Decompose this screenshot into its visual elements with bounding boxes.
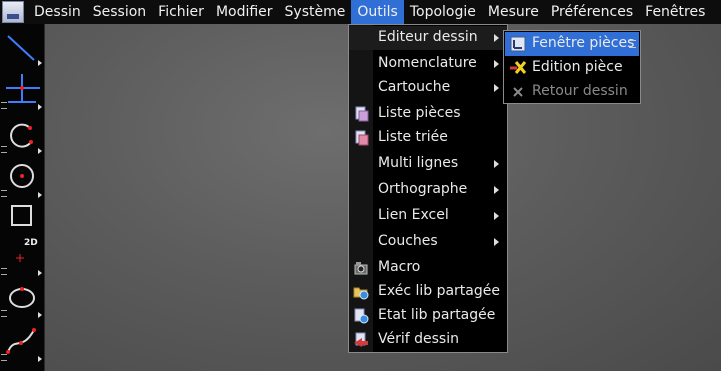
submenu-arrow-icon — [494, 160, 499, 168]
menu-item-lien-excel[interactable]: Lien Excel — [349, 204, 507, 228]
menu-item-label: Lien Excel — [378, 207, 449, 223]
submenu-arrow-icon — [494, 34, 499, 42]
menu-item-label: Orthographe — [378, 181, 468, 197]
menubar: Dessin Session Fichier Modifier Système … — [0, 0, 721, 24]
menu-item-label: Couches — [378, 233, 438, 249]
menu-session[interactable]: Session — [87, 0, 152, 24]
menu-item-label: Cartouche — [378, 79, 451, 95]
ellipse-tool-icon[interactable] — [0, 278, 44, 318]
menu-item-editeur-dessin[interactable]: Editeur dessin — [349, 26, 507, 50]
menu-item-couches[interactable]: Couches — [349, 230, 507, 254]
submenu-item-label: Retour dessin — [532, 83, 628, 99]
option-flag-icon — [629, 40, 636, 48]
submenu-item-label: Edition pièce — [532, 59, 623, 75]
menu-fichier[interactable]: Fichier — [152, 0, 210, 24]
submenu-item-retour-dessin[interactable]: Retour dessin — [505, 80, 639, 104]
menu-item-verif-dessin[interactable]: Vérif dessin — [349, 328, 507, 352]
menu-item-label: Macro — [378, 259, 421, 275]
menu-item-nomenclature[interactable]: Nomenclature — [349, 52, 507, 76]
edit-part-icon — [510, 61, 527, 74]
menu-dessin[interactable]: Dessin — [28, 0, 87, 24]
return-drawing-icon — [513, 87, 523, 97]
submenu-arrow-icon — [494, 238, 499, 246]
menu-item-cartouche[interactable]: Cartouche — [349, 76, 507, 100]
menu-item-macro[interactable]: Macro — [349, 256, 507, 280]
sorted-list-icon — [355, 130, 369, 146]
check-drawing-icon — [354, 332, 368, 347]
submenu-item-label: Fenêtre pièces — [532, 35, 635, 51]
2d-point-tool-icon[interactable]: 2D — [0, 234, 44, 276]
menu-item-label: Liste pièces — [378, 105, 461, 121]
circle-tool-icon[interactable] — [0, 160, 44, 200]
submenu-arrow-icon — [494, 84, 499, 92]
submenu-arrow-icon — [494, 60, 499, 68]
menu-item-label: Liste triée — [378, 129, 448, 145]
menu-item-etat-lib-partagee[interactable]: Etat lib partagée — [349, 304, 507, 328]
line-tool-icon[interactable] — [0, 30, 44, 68]
menu-outils[interactable]: Outils — [351, 0, 404, 24]
menu-topologie[interactable]: Topologie — [404, 0, 482, 24]
menu-item-label: Multi lignes — [378, 155, 459, 171]
menu-fenetres[interactable]: Fenêtres — [639, 0, 711, 24]
submenu-arrow-icon — [494, 212, 499, 220]
axis-tool-icon[interactable] — [0, 72, 44, 112]
menu-item-liste-triee[interactable]: Liste triée — [349, 126, 507, 150]
menu-modifier[interactable]: Modifier — [210, 0, 279, 24]
drawing-toolbar: 2D — [0, 24, 45, 371]
curve-tool-icon[interactable] — [0, 322, 44, 362]
menu-item-orthographe[interactable]: Orthographe — [349, 178, 507, 202]
menu-preferences[interactable]: Préférences — [545, 0, 639, 24]
menu-item-label: Editeur dessin — [378, 29, 478, 45]
app-icon[interactable] — [2, 1, 24, 23]
menu-item-label: Etat lib partagée — [378, 307, 496, 323]
parts-list-icon — [355, 106, 369, 122]
menu-item-multi-lignes[interactable]: Multi lignes — [349, 152, 507, 176]
shared-lib-status-icon — [354, 308, 369, 324]
rectangle-tool-icon[interactable] — [0, 204, 44, 232]
parts-window-icon — [510, 36, 526, 52]
menu-item-liste-pieces[interactable]: Liste pièces — [349, 102, 507, 126]
arc-tool-icon[interactable] — [0, 116, 44, 156]
menu-item-label: Nomenclature — [378, 55, 477, 71]
menu-item-label: Exéc lib partagée — [378, 283, 500, 299]
editeur-dessin-submenu: Fenêtre pièces Edition pièce Retour dess… — [503, 30, 641, 104]
execute-shared-lib-icon — [353, 287, 369, 300]
submenu-item-edition-piece[interactable]: Edition pièce — [505, 56, 639, 80]
menu-systeme[interactable]: Système — [279, 0, 352, 24]
submenu-arrow-icon — [494, 186, 499, 194]
menu-mesure[interactable]: Mesure — [482, 0, 545, 24]
outils-menu: Editeur dessin Nomenclature Cartouche Li… — [348, 24, 508, 353]
menu-item-exec-lib-partagee[interactable]: Exéc lib partagée — [349, 280, 507, 304]
macro-icon — [354, 262, 368, 275]
submenu-item-fenetre-pieces[interactable]: Fenêtre pièces — [505, 32, 639, 56]
menu-item-label: Vérif dessin — [378, 331, 459, 347]
